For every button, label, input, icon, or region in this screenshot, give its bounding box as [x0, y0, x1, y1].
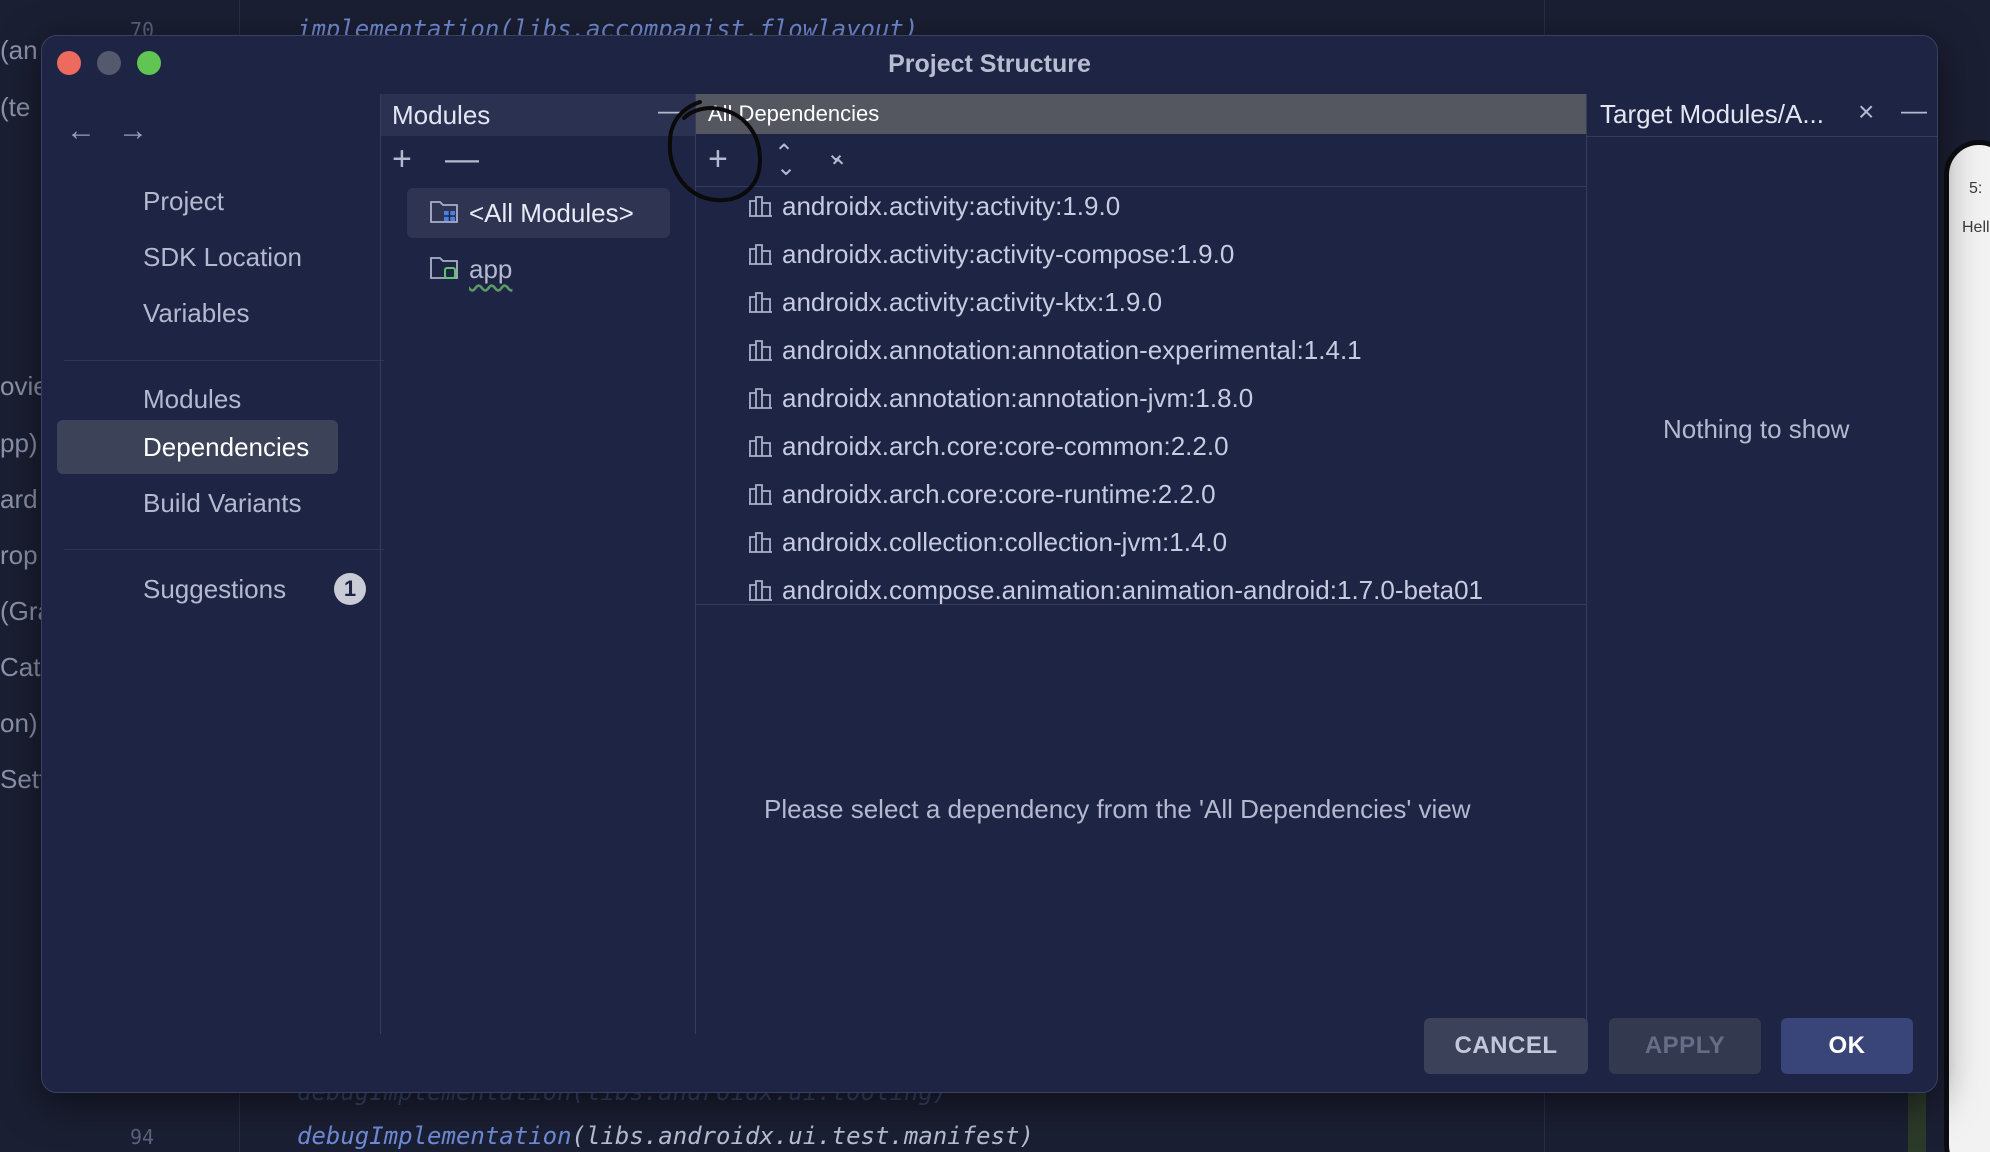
dependencies-panel-header: All Dependencies	[696, 94, 1586, 134]
list-divider	[696, 604, 1586, 605]
project-tree-fragment: on)	[0, 708, 38, 738]
remove-module-button[interactable]: —	[445, 142, 479, 176]
dependency-label: androidx.activity:activity-ktx:1.9.0	[782, 287, 1163, 317]
sidebar-item-build-variants[interactable]: Build Variants	[57, 476, 338, 530]
dependencies-list: androidx.activity:activity:1.9.0 android…	[696, 186, 1586, 604]
folder-app-module-icon	[430, 257, 458, 279]
minimize-panel-icon[interactable]: —	[1901, 97, 1927, 123]
library-icon	[749, 388, 772, 409]
library-icon	[749, 580, 772, 601]
add-dependency-button[interactable]: +	[708, 142, 728, 176]
expand-all-icon-lower: ⌄	[776, 154, 797, 181]
target-modules-panel-title: Target Modules/A...	[1600, 99, 1824, 129]
target-empty-message: Nothing to show	[1663, 414, 1850, 444]
dependency-row[interactable]: androidx.arch.core:core-runtime:2.2.0	[748, 474, 1216, 514]
library-icon	[749, 436, 772, 457]
dependency-row[interactable]: androidx.arch.core:core-common:2.2.0	[748, 426, 1229, 466]
arrow-right-icon[interactable]: →	[118, 114, 148, 148]
minimize-panel-icon[interactable]: —	[658, 97, 684, 123]
library-icon	[749, 340, 772, 361]
sidebar-divider	[64, 360, 384, 361]
dependency-label: androidx.annotation:annotation-jvm:1.8.0	[782, 383, 1254, 413]
module-item-app[interactable]: app	[407, 244, 512, 294]
project-tree-fragment: (te	[0, 92, 31, 122]
dependency-row[interactable]: androidx.annotation:annotation-experimen…	[748, 330, 1362, 370]
cancel-button[interactable]: CANCEL	[1424, 1018, 1588, 1074]
dependency-label: androidx.activity:activity-compose:1.9.0	[782, 239, 1235, 269]
project-structure-dialog: Project Structure ← → Project SDK Locati…	[41, 35, 1938, 1093]
sidebar-item-dependencies[interactable]: Dependencies	[57, 420, 338, 474]
line-number: 94	[130, 1125, 155, 1149]
panel-divider	[1587, 136, 1937, 137]
dialog-title: Project Structure	[888, 50, 1091, 78]
dependency-row[interactable]: androidx.annotation:annotation-jvm:1.8.0	[748, 378, 1253, 418]
library-icon	[749, 196, 772, 217]
sidebar-item-project[interactable]: Project	[57, 174, 338, 228]
sidebar-item-label: Dependencies	[143, 432, 310, 462]
project-tree-fragment: pp)	[0, 428, 38, 458]
dependency-label: androidx.collection:collection-jvm:1.4.0	[782, 527, 1228, 557]
sidebar-item-label: Modules	[143, 384, 242, 414]
sidebar-item-label: Project	[143, 186, 224, 216]
dependency-label: androidx.activity:activity:1.9.0	[782, 191, 1121, 221]
panel-divider	[1586, 94, 1587, 1034]
panel-divider	[380, 94, 381, 1034]
collapse-panel-icon[interactable]: ×	[1858, 98, 1874, 126]
sidebar-item-label: SDK Location	[143, 242, 302, 272]
device-clock: 5:	[1969, 180, 1983, 197]
sidebar-item-label: Build Variants	[143, 488, 302, 518]
module-label: app	[469, 254, 513, 284]
dependency-detail-empty-message: Please select a dependency from the 'All…	[764, 794, 1471, 824]
dependency-row[interactable]: androidx.collection:collection-jvm:1.4.0	[748, 522, 1227, 562]
dependencies-panel-title: All Dependencies	[708, 101, 880, 126]
sidebar-item-suggestions[interactable]: Suggestions	[57, 562, 338, 616]
sidebar-item-label: Variables	[143, 298, 250, 328]
dependency-label: androidx.arch.core:core-common:2.2.0	[782, 431, 1229, 461]
library-icon	[749, 484, 772, 505]
dependency-label: androidx.compose.animation:animation-and…	[782, 575, 1483, 604]
suggestions-count-badge: 1	[334, 573, 366, 605]
ok-button[interactable]: OK	[1781, 1018, 1913, 1074]
dependency-row[interactable]: androidx.activity:activity:1.9.0	[748, 186, 1120, 226]
code-function: debugImplementation	[297, 1122, 572, 1150]
code-line: debugImplementation(libs.androidx.ui.tes…	[297, 1122, 1034, 1150]
library-icon	[749, 532, 772, 553]
project-tree-fragment: Sett	[0, 764, 47, 794]
dependency-label: androidx.annotation:annotation-experimen…	[782, 335, 1362, 365]
modules-panel-title: Modules	[392, 100, 491, 130]
title-bar: Project Structure	[42, 36, 1937, 92]
sidebar-item-sdk-location[interactable]: SDK Location	[57, 230, 338, 284]
sidebar-item-variables[interactable]: Variables	[57, 286, 338, 340]
dependency-row[interactable]: androidx.activity:activity-ktx:1.9.0	[748, 282, 1162, 322]
sidebar-item-label: Suggestions	[143, 574, 287, 604]
library-icon	[749, 292, 772, 313]
device-greeting: Hell	[1962, 219, 1990, 236]
dependency-row[interactable]: androidx.activity:activity-compose:1.9.0	[748, 234, 1234, 274]
project-tree-fragment: (an	[0, 35, 38, 65]
sidebar-divider	[64, 549, 384, 550]
project-tree-fragment: ard	[0, 484, 38, 514]
module-item-all-modules[interactable]: <All Modules>	[407, 188, 670, 238]
library-icon	[749, 244, 772, 265]
dependency-row[interactable]: androidx.compose.animation:animation-and…	[748, 570, 1483, 604]
module-label: <All Modules>	[469, 198, 634, 228]
add-module-button[interactable]: +	[392, 142, 412, 176]
emulator-device: 5: Hell	[1944, 140, 1990, 1152]
code-argument: (libs.androidx.ui.test.manifest)	[571, 1122, 1034, 1150]
project-tree-fragment: rop	[0, 540, 38, 570]
folder-modules-icon	[430, 201, 458, 223]
sidebar-item-modules[interactable]: Modules	[57, 372, 338, 426]
arrow-left-icon[interactable]: ←	[66, 114, 96, 148]
apply-button[interactable]: APPLY	[1609, 1018, 1761, 1074]
collapse-all-icon-lower: ⌃	[828, 155, 849, 182]
dependency-label: androidx.arch.core:core-runtime:2.2.0	[782, 479, 1216, 509]
